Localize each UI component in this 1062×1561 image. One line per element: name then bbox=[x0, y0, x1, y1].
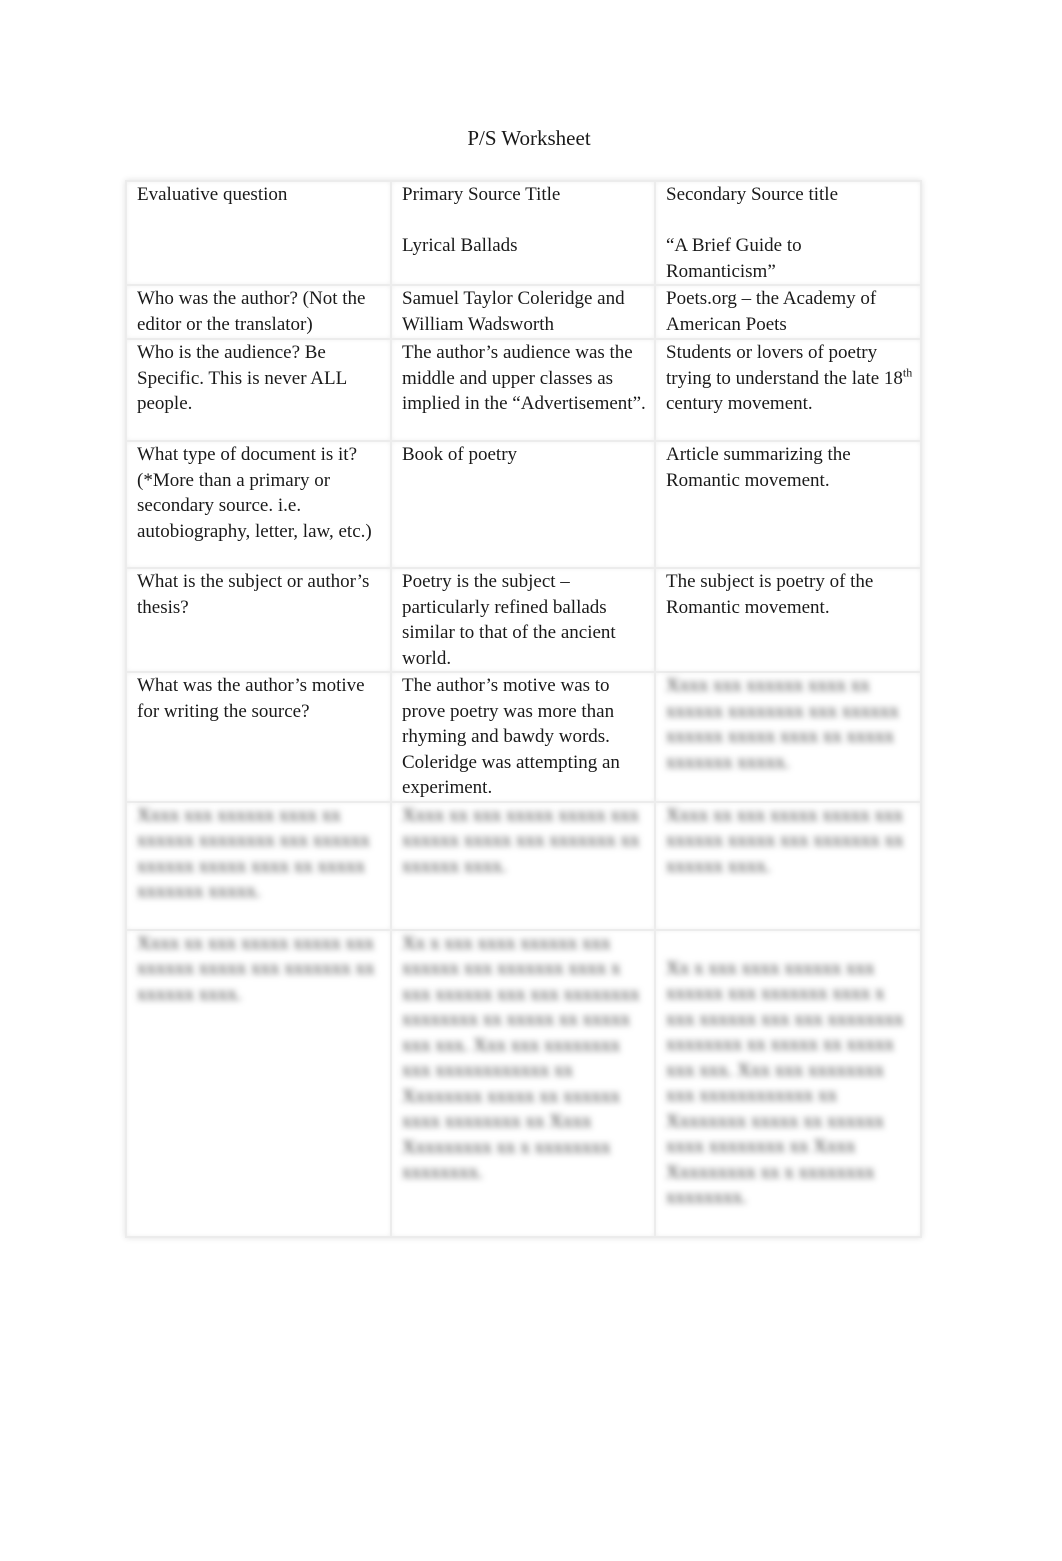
question-cell: Who is the audience? Be Specific. This i… bbox=[125, 338, 392, 442]
question-cell-blurred: Xxxx xx xxx xxxxx xxxxx xxx xxxxxx xxxxx… bbox=[125, 928, 392, 1238]
question-cell: Who was the author? (Not the editor or t… bbox=[125, 284, 392, 340]
question-cell: What is the subject or author’s thesis? bbox=[125, 567, 392, 673]
page-title: P/S Worksheet bbox=[467, 126, 591, 150]
table-row: Who is the audience? Be Specific. This i… bbox=[125, 338, 922, 442]
table-header-row: Evaluative question Primary Source Title… bbox=[125, 180, 922, 286]
table-row: Who was the author? (Not the editor or t… bbox=[125, 284, 922, 340]
secondary-cell: The subject is poetry of the Romantic mo… bbox=[654, 567, 922, 673]
blurred-text: Xxxx xxx xxxxxx xxxx xx xxxxxx xxxxxxxx … bbox=[666, 675, 899, 773]
primary-cell-blurred: Xxxx xx xxx xxxxx xxxxx xxx xxxxxx xxxxx… bbox=[390, 800, 656, 931]
primary-source-title: Lyrical Ballads bbox=[402, 235, 518, 256]
header-evaluative-question: Evaluative question bbox=[125, 180, 392, 286]
primary-cell: The author’s motive was to prove poetry … bbox=[390, 671, 656, 803]
primary-cell: Samuel Taylor Coleridge and William Wads… bbox=[390, 284, 656, 340]
header-secondary-source: Secondary Source title “A Brief Guide to… bbox=[654, 180, 922, 286]
table-row-blurred: Xxxx xx xxx xxxxx xxxxx xxx xxxxxx xxxxx… bbox=[125, 928, 922, 1238]
blurred-text: Xx x xxx xxxx xxxxxx xxx xxxxxx xxx xxxx… bbox=[402, 932, 640, 1184]
header-label: Secondary Source title bbox=[666, 184, 839, 205]
header-primary-source: Primary Source Title Lyrical Ballads bbox=[390, 180, 656, 286]
secondary-source-title: “A Brief Guide to Romanticism” bbox=[666, 235, 802, 282]
blurred-text: Xxxx xxx xxxxxx xxxx xx xxxxxx xxxxxxxx … bbox=[137, 804, 370, 903]
primary-cell: Poetry is the subject – particularly ref… bbox=[390, 567, 656, 673]
primary-cell-blurred: Xx x xxx xxxx xxxxxx xxx xxxxxx xxx xxxx… bbox=[390, 928, 656, 1238]
table-row: What type of document is it? (*More than… bbox=[125, 440, 922, 569]
worksheet-table: Evaluative question Primary Source Title… bbox=[125, 180, 922, 1238]
header-label: Primary Source Title bbox=[402, 184, 561, 205]
table-row: What was the author’s motive for writing… bbox=[125, 671, 922, 803]
blurred-text: Xxxx xx xxx xxxxx xxxxx xxx xxxxxx xxxxx… bbox=[402, 804, 640, 877]
table-row-blurred: Xxxx xxx xxxxxx xxxx xx xxxxxx xxxxxxxx … bbox=[125, 800, 922, 931]
secondary-cell: Students or lovers of poetry trying to u… bbox=[654, 338, 922, 442]
secondary-text: century movement. bbox=[666, 393, 813, 414]
primary-cell: Book of poetry bbox=[390, 440, 656, 569]
question-cell-blurred: Xxxx xxx xxxxxx xxxx xx xxxxxx xxxxxxxx … bbox=[125, 800, 392, 931]
secondary-text: Students or lovers of poetry trying to u… bbox=[666, 342, 903, 389]
table-row: What is the subject or author’s thesis? … bbox=[125, 567, 922, 673]
header-label: Evaluative question bbox=[137, 184, 288, 205]
secondary-cell-blurred: Xxxx xx xxx xxxxx xxxxx xxx xxxxxx xxxxx… bbox=[654, 800, 922, 931]
blurred-text: Xx x xxx xxxx xxxxxx xxx xxxxxx xxx xxxx… bbox=[666, 957, 904, 1209]
question-cell: What was the author’s motive for writing… bbox=[125, 671, 392, 803]
question-cell: What type of document is it? (*More than… bbox=[125, 440, 392, 569]
secondary-cell: Poets.org – the Academy of American Poet… bbox=[654, 284, 922, 340]
secondary-cell-blurred: Xxxx xxx xxxxxx xxxx xx xxxxxx xxxxxxxx … bbox=[654, 671, 922, 803]
primary-cell: The author’s audience was the middle and… bbox=[390, 338, 656, 442]
ordinal-suffix: th bbox=[902, 365, 913, 380]
blurred-text: Xxxx xx xxx xxxxx xxxxx xxx xxxxxx xxxxx… bbox=[666, 804, 904, 877]
secondary-cell: Article summarizing the Romantic movemen… bbox=[654, 440, 922, 569]
secondary-cell-blurred: Xx x xxx xxxx xxxxxx xxx xxxxxx xxx xxxx… bbox=[654, 928, 922, 1238]
blurred-text: Xxxx xx xxx xxxxx xxxxx xxx xxxxxx xxxxx… bbox=[137, 932, 375, 1005]
